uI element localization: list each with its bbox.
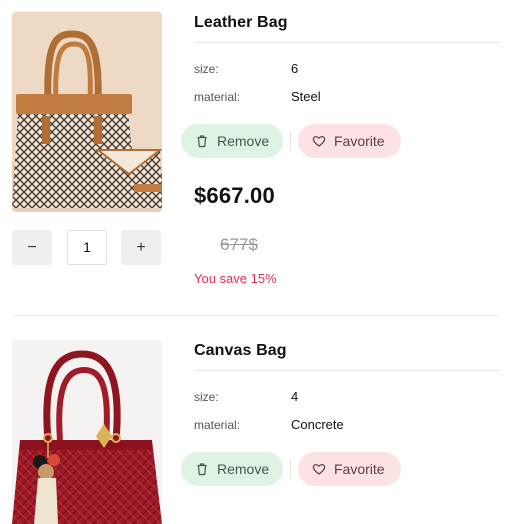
cart-item: Leather Bag size: 6 material: Steel Remo…: [0, 0, 512, 316]
attribute-label-material: material:: [194, 90, 241, 104]
button-divider: [290, 460, 291, 478]
favorite-button[interactable]: Favorite: [298, 124, 401, 158]
remove-label: Remove: [217, 133, 270, 149]
remove-button[interactable]: Remove: [181, 452, 283, 486]
original-price: 677$: [220, 235, 258, 254]
item-divider: [12, 315, 500, 316]
product-title[interactable]: Leather Bag: [194, 14, 500, 43]
canvas-bag-image: [12, 340, 162, 524]
minus-icon: −: [27, 238, 37, 256]
leather-bag-image: [12, 12, 162, 212]
attribute-value-size: 6: [291, 61, 299, 76]
trash-icon: [195, 462, 209, 476]
attribute-label-size: size:: [194, 62, 219, 76]
quantity-decrease-button[interactable]: −: [12, 230, 52, 265]
current-price: $667.00: [194, 183, 275, 208]
trash-icon: [195, 134, 209, 148]
remove-button[interactable]: Remove: [181, 124, 283, 158]
product-image[interactable]: [12, 12, 162, 212]
favorite-button[interactable]: Favorite: [298, 452, 401, 486]
savings-text: You save 15%: [194, 271, 277, 286]
attribute-value-material: Concrete: [291, 417, 344, 432]
button-divider: [290, 132, 291, 150]
quantity-input[interactable]: 1: [67, 230, 107, 265]
favorite-label: Favorite: [334, 133, 385, 149]
product-title[interactable]: Canvas Bag: [194, 342, 500, 371]
heart-icon: [312, 134, 326, 148]
quantity-increase-button[interactable]: +: [121, 230, 161, 265]
heart-icon: [312, 462, 326, 476]
attribute-value-material: Steel: [291, 89, 321, 104]
favorite-label: Favorite: [334, 461, 385, 477]
plus-icon: +: [136, 238, 146, 256]
cart-item: Canvas Bag size: 4 material: Concrete Re…: [0, 328, 512, 524]
attribute-value-size: 4: [291, 389, 299, 404]
product-image[interactable]: [12, 340, 162, 524]
attribute-label-material: material:: [194, 418, 241, 432]
remove-label: Remove: [217, 461, 270, 477]
attribute-label-size: size:: [194, 390, 219, 404]
